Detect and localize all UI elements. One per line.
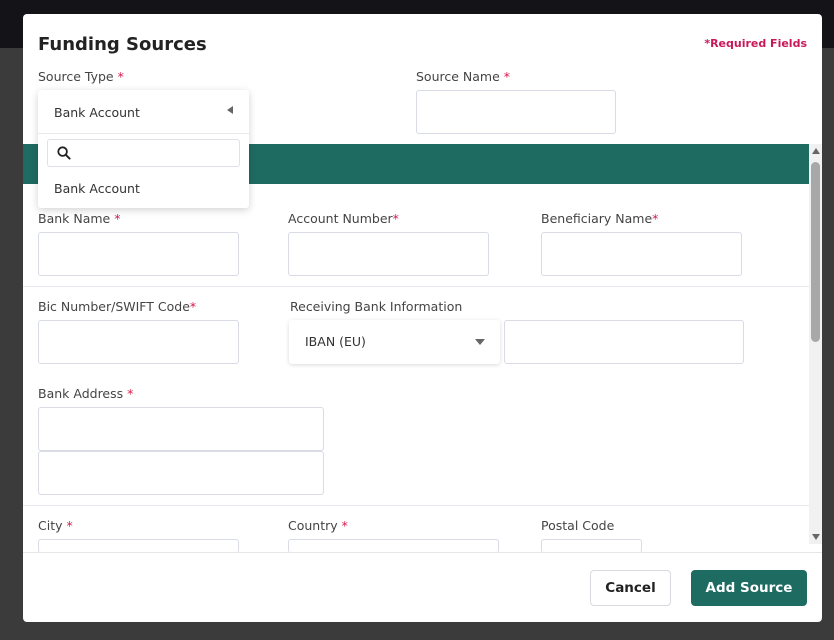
- source-type-label: Source Type *: [38, 69, 124, 84]
- scrollbar-thumb[interactable]: [811, 162, 820, 342]
- city-label: City *: [38, 518, 73, 533]
- modal-title: Funding Sources: [38, 34, 207, 55]
- source-type-dropdown[interactable]: Bank Account Bank Account: [38, 90, 249, 208]
- bank-name-input[interactable]: [38, 232, 239, 276]
- country-label: Country *: [288, 518, 348, 533]
- source-type-selected: Bank Account: [54, 105, 140, 120]
- beneficiary-name-label: Beneficiary Name*: [541, 211, 659, 226]
- postal-code-input[interactable]: [541, 539, 642, 553]
- bank-address-line1-input[interactable]: [38, 407, 324, 451]
- scrollbar[interactable]: [809, 144, 822, 544]
- receiving-bank-select[interactable]: IBAN (EU): [289, 320, 500, 364]
- account-number-input[interactable]: [288, 232, 489, 276]
- city-input[interactable]: [38, 539, 239, 553]
- chevron-down-icon: [475, 339, 485, 345]
- beneficiary-name-input[interactable]: [541, 232, 742, 276]
- search-icon: [57, 146, 71, 160]
- source-name-input[interactable]: [416, 90, 616, 134]
- receiving-bank-selected: IBAN (EU): [305, 334, 366, 349]
- footer-divider: [23, 552, 822, 553]
- bic-swift-input[interactable]: [38, 320, 239, 364]
- source-name-label: Source Name *: [416, 69, 511, 84]
- bank-address-line2-input[interactable]: [38, 451, 324, 495]
- cancel-button[interactable]: Cancel: [590, 570, 671, 606]
- country-select[interactable]: [288, 539, 499, 553]
- account-number-label: Account Number*: [288, 211, 399, 226]
- bic-swift-label: Bic Number/SWIFT Code*: [38, 299, 197, 314]
- dropdown-search-input[interactable]: [47, 139, 240, 167]
- row-divider: [23, 505, 809, 506]
- scroll-up-arrow-icon[interactable]: [812, 148, 820, 154]
- caret-left-icon: [227, 106, 233, 114]
- dropdown-option-bank-account[interactable]: Bank Account: [54, 181, 140, 196]
- funding-sources-modal: Funding Sources *Required Fields Source …: [23, 14, 822, 622]
- scroll-down-arrow-icon[interactable]: [812, 534, 820, 540]
- bank-name-label: Bank Name *: [38, 211, 121, 226]
- receiving-bank-input[interactable]: [504, 320, 744, 364]
- bank-address-label: Bank Address *: [38, 386, 134, 401]
- receiving-bank-label: Receiving Bank Information: [290, 299, 463, 314]
- dropdown-divider: [38, 133, 249, 134]
- row-divider: [23, 286, 809, 287]
- required-fields-note: *Required Fields: [704, 37, 807, 50]
- add-source-button[interactable]: Add Source: [691, 570, 807, 606]
- postal-code-label: Postal Code: [541, 518, 615, 533]
